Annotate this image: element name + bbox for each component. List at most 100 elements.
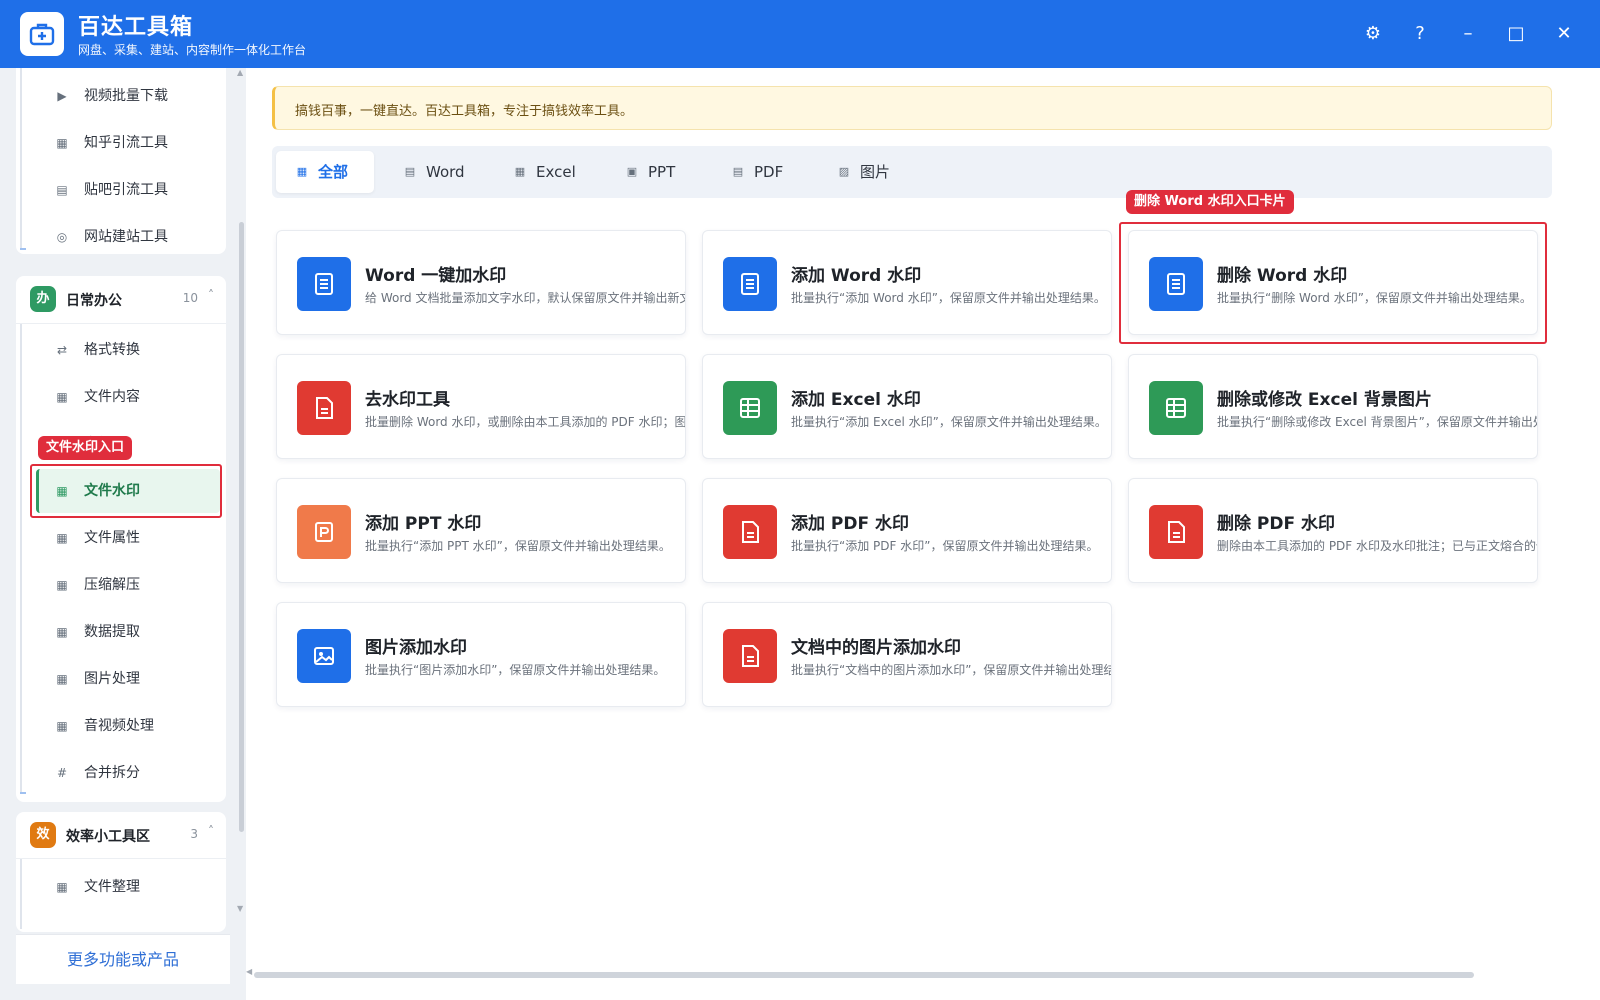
card-title: Word 一键加水印	[365, 266, 507, 286]
sidebar-item-file-properties[interactable]: ▦ 文件属性	[36, 516, 220, 560]
main-content: 搞钱百事，一键直达。百达工具箱，专注于搞钱效率工具。 ▦ 全部 ▤ Word ▦…	[246, 68, 1600, 1000]
excel-table-icon	[1149, 381, 1203, 435]
grid-icon: ▦	[56, 578, 68, 592]
sidebar-item-zhihu[interactable]: ▦ 知乎引流工具	[36, 121, 220, 165]
card-title: 添加 Excel 水印	[791, 390, 921, 410]
card-desc: 批量执行“添加 PDF 水印”，保留原文件并输出处理结果。	[791, 539, 1099, 553]
category-tabs: ▦ 全部 ▤ Word ▦ Excel ▣ PPT ▤ PDF ▨ 图片	[272, 146, 1552, 198]
card-desc: 批量删除 Word 水印，或删除由本工具添加的 PDF 水印；图片/视频	[365, 415, 686, 429]
doc-icon: ▤	[404, 165, 416, 178]
card-title: 添加 Word 水印	[791, 266, 922, 286]
sidebar-item-compress[interactable]: ▦ 压缩解压	[36, 563, 220, 607]
grid-icon: ▦	[56, 625, 68, 639]
card-watermark-remover[interactable]: 去水印工具 批量删除 Word 水印，或删除由本工具添加的 PDF 水印；图片/…	[276, 354, 686, 459]
card-add-ppt-watermark[interactable]: 添加 PPT 水印 批量执行“添加 PPT 水印”，保留原文件并输出处理结果。	[276, 478, 686, 583]
ppt-slide-icon	[297, 505, 351, 559]
grid-icon: ▦	[56, 390, 68, 404]
pdf-doc-icon	[723, 629, 777, 683]
video-icon: ▶	[57, 89, 67, 103]
pdf-doc-icon	[723, 505, 777, 559]
card-desc: 批量执行“添加 PPT 水印”，保留原文件并输出处理结果。	[365, 539, 671, 553]
group-count-efficiency: 3	[190, 827, 198, 841]
tab-excel[interactable]: ▦ Excel	[494, 151, 588, 193]
card-word-quick-watermark[interactable]: Word 一键加水印 给 Word 文档批量添加文字水印，默认保留原文件并输出新…	[276, 230, 686, 335]
tab-ppt[interactable]: ▣ PPT	[606, 151, 696, 193]
tab-word[interactable]: ▤ Word	[384, 151, 478, 193]
zhihu-icon: ▦	[56, 136, 68, 150]
app-subtitle: 网盘、采集、建站、内容制作一体化工作台	[78, 43, 307, 57]
card-title: 添加 PDF 水印	[791, 514, 910, 534]
scroll-left-arrow-icon[interactable]: ◀	[246, 967, 252, 976]
pdf-doc-icon	[297, 381, 351, 435]
scroll-down-arrow-icon[interactable]: ▼	[237, 904, 243, 913]
card-desc: 删除由本工具添加的 PDF 水印及水印批注；已与正文熔合的像素水印	[1217, 539, 1537, 553]
sidebar-item-website[interactable]: ◎ 网站建站工具	[36, 215, 220, 259]
remove-word-card-callout: 删除 Word 水印入口卡片	[1126, 190, 1294, 214]
tab-all[interactable]: ▦ 全部	[276, 151, 374, 193]
word-doc-icon	[723, 257, 777, 311]
card-title: 删除或修改 Excel 背景图片	[1217, 390, 1432, 410]
sidebar-item-video-download[interactable]: ▶ 视频批量下载	[36, 74, 220, 118]
group-badge-efficiency: 效	[30, 822, 56, 848]
collapse-caret-icon[interactable]: ˄	[208, 824, 214, 838]
website-icon: ◎	[56, 230, 68, 244]
sidebar-item-file-content[interactable]: ▦ 文件内容	[36, 375, 220, 419]
file-watermark-highlight	[30, 464, 222, 518]
card-doc-image-watermark[interactable]: 文档中的图片添加水印 批量执行“文档中的图片添加水印”，保留原文件并输出处理结果…	[702, 602, 1112, 707]
card-title: 删除 PDF 水印	[1217, 514, 1336, 534]
notice-banner: 搞钱百事，一键直达。百达工具箱，专注于搞钱效率工具。	[272, 86, 1552, 130]
image-icon: ▨	[838, 165, 850, 178]
collapse-caret-icon[interactable]: ˄	[208, 288, 214, 302]
tieba-icon: ▤	[56, 183, 68, 197]
card-excel-background[interactable]: 删除或修改 Excel 背景图片 批量执行“删除或修改 Excel 背景图片”，…	[1128, 354, 1538, 459]
app-title: 百达工具箱	[78, 15, 194, 40]
app-logo-icon	[20, 12, 64, 56]
card-title: 文档中的图片添加水印	[791, 638, 961, 658]
ppt-icon: ▣	[626, 165, 638, 178]
table-icon: ▦	[514, 165, 526, 178]
card-desc: 批量执行“文档中的图片添加水印”，保留原文件并输出处理结果。	[791, 663, 1112, 677]
card-image-watermark[interactable]: 图片添加水印 批量执行“图片添加水印”，保留原文件并输出处理结果。	[276, 602, 686, 707]
sidebar-item-av-process[interactable]: ▦ 音视频处理	[36, 704, 220, 748]
hash-icon: #	[56, 766, 68, 780]
group-header-efficiency[interactable]: 效 效率小工具区 3 ˄	[16, 812, 226, 860]
group-badge-office: 办	[30, 286, 56, 312]
card-add-word-watermark[interactable]: 添加 Word 水印 批量执行“添加 Word 水印”，保留原文件并输出处理结果…	[702, 230, 1112, 335]
pdf-icon: ▤	[732, 165, 744, 178]
main-horizontal-scrollbar[interactable]	[254, 972, 1474, 978]
settings-gear-icon[interactable]: ⚙	[1359, 20, 1387, 48]
card-title: 去水印工具	[365, 390, 450, 410]
group-count-office: 10	[182, 291, 198, 305]
tab-image[interactable]: ▨ 图片	[818, 151, 908, 193]
grid-icon: ▦	[56, 531, 68, 545]
image-icon	[297, 629, 351, 683]
card-add-excel-watermark[interactable]: 添加 Excel 水印 批量执行“添加 Excel 水印”，保留原文件并输出处理…	[702, 354, 1112, 459]
tab-pdf[interactable]: ▤ PDF	[712, 151, 802, 193]
maximize-button[interactable]: □	[1502, 20, 1530, 48]
group-title-efficiency: 效率小工具区	[66, 829, 150, 845]
swap-icon: ⇄	[56, 343, 68, 357]
card-desc: 批量执行“删除或修改 Excel 背景图片”，保留原文件并输出处理结果。	[1217, 415, 1537, 429]
sidebar-item-image-process[interactable]: ▦ 图片处理	[36, 657, 220, 701]
card-title: 图片添加水印	[365, 638, 467, 658]
more-features-button[interactable]: 更多功能或产品	[16, 934, 230, 984]
sidebar-item-merge-split[interactable]: # 合并拆分	[36, 751, 220, 795]
sidebar-item-format-convert[interactable]: ⇄ 格式转换	[36, 328, 220, 372]
grid-icon: ▦	[56, 880, 68, 894]
minimize-button[interactable]: –	[1454, 20, 1482, 48]
help-icon[interactable]: ?	[1406, 20, 1434, 48]
card-desc: 批量执行“图片添加水印”，保留原文件并输出处理结果。	[365, 663, 666, 677]
card-desc: 批量执行“添加 Excel 水印”，保留原文件并输出处理结果。	[791, 415, 1107, 429]
sidebar-scrollbar-thumb[interactable]	[239, 222, 244, 832]
scroll-up-arrow-icon[interactable]: ▲	[237, 68, 243, 77]
group-header-office[interactable]: 办 日常办公 10 ˄	[16, 276, 226, 324]
sidebar-item-tieba[interactable]: ▤ 贴吧引流工具	[36, 168, 220, 212]
close-button[interactable]: ✕	[1550, 20, 1578, 48]
pdf-doc-icon	[1149, 505, 1203, 559]
remove-word-card-highlight	[1119, 222, 1547, 344]
card-add-pdf-watermark[interactable]: 添加 PDF 水印 批量执行“添加 PDF 水印”，保留原文件并输出处理结果。	[702, 478, 1112, 583]
card-remove-pdf-watermark[interactable]: 删除 PDF 水印 删除由本工具添加的 PDF 水印及水印批注；已与正文熔合的像…	[1128, 478, 1538, 583]
file-watermark-callout: 文件水印入口	[38, 436, 133, 460]
sidebar-item-data-extract[interactable]: ▦ 数据提取	[36, 610, 220, 654]
sidebar-item-file-organize[interactable]: ▦ 文件整理	[36, 865, 220, 909]
